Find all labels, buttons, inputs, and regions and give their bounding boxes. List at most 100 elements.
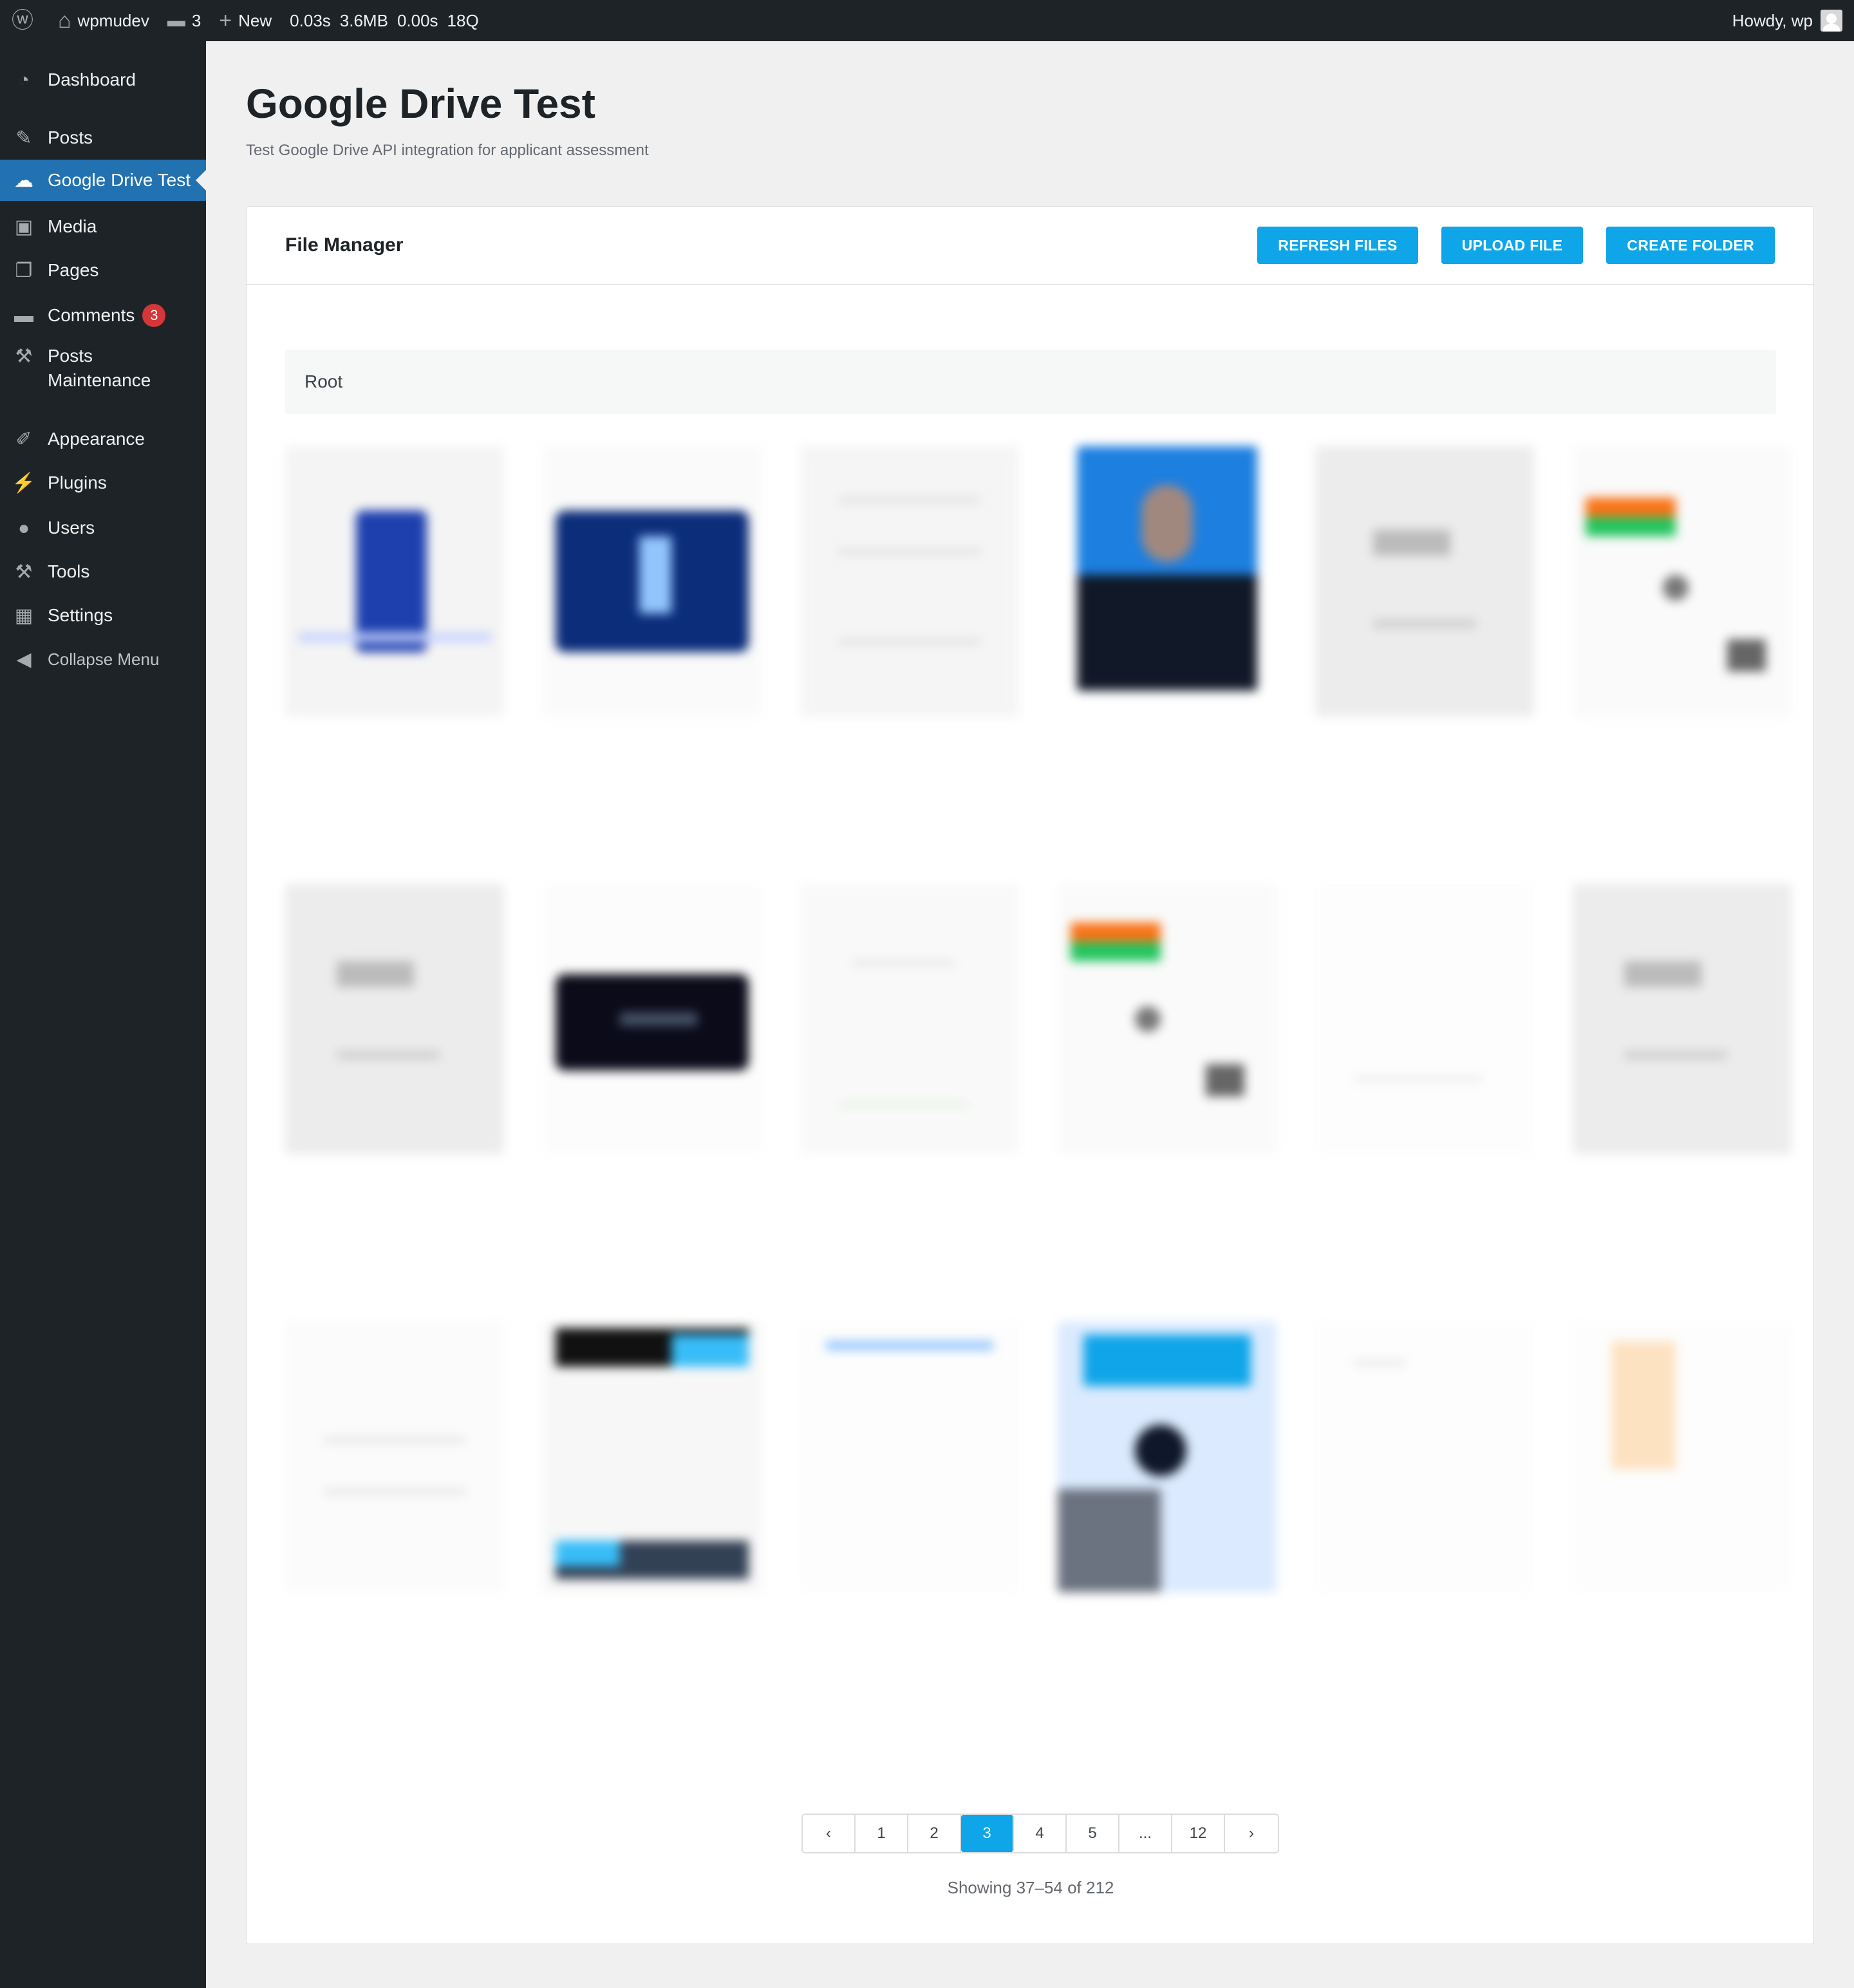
file-manager-card: File Manager REFRESH FILES UPLOAD FILE C… bbox=[246, 206, 1814, 1944]
stat-page-time: 0.03s bbox=[290, 10, 331, 30]
file-item[interactable] bbox=[543, 446, 762, 858]
sidebar-item-tools[interactable]: ⚒ Tools bbox=[0, 555, 206, 588]
file-thumbnail bbox=[543, 1322, 762, 1592]
pagination-page-5[interactable]: 5 bbox=[1067, 1815, 1119, 1852]
collapse-menu-label: Collapse Menu bbox=[48, 649, 160, 669]
file-item[interactable] bbox=[543, 884, 762, 1296]
sidebar-item-settings[interactable]: ▦ Settings bbox=[0, 599, 206, 632]
new-content-link[interactable]: + New bbox=[210, 0, 281, 41]
site-name-link[interactable]: ⌂ wpmudev bbox=[49, 0, 158, 41]
sidebar-item-plugins[interactable]: ⚡ Plugins bbox=[0, 466, 206, 500]
admin-sidebar: ◔ Dashboard ✎ Posts ☁ Google Drive Test … bbox=[0, 41, 206, 1988]
avatar bbox=[1821, 10, 1842, 32]
collapse-menu-button[interactable]: ◀ Collapse Menu bbox=[0, 642, 206, 676]
sidebar-item-users[interactable]: ● Users bbox=[0, 511, 206, 545]
file-item[interactable] bbox=[1058, 1322, 1277, 1734]
file-meta bbox=[285, 774, 504, 791]
file-name bbox=[1071, 1619, 1264, 1639]
sidebar-item-label: Comments bbox=[48, 305, 135, 325]
pagination-next-button[interactable]: › bbox=[1225, 1815, 1278, 1852]
file-item[interactable] bbox=[543, 1322, 762, 1734]
create-folder-button[interactable]: CREATE FOLDER bbox=[1606, 227, 1775, 264]
file-item[interactable] bbox=[800, 1322, 1019, 1734]
breadcrumb: Root bbox=[285, 350, 1776, 414]
file-manager-title: File Manager bbox=[285, 234, 404, 256]
plugin-icon: ⚡ bbox=[12, 472, 36, 494]
pagination-page-3-current[interactable]: 3 bbox=[961, 1815, 1014, 1852]
file-name bbox=[1586, 1181, 1779, 1201]
file-item[interactable] bbox=[1058, 884, 1277, 1296]
file-name bbox=[1586, 744, 1779, 764]
file-meta bbox=[1573, 1212, 1792, 1228]
file-item[interactable] bbox=[1573, 446, 1792, 858]
file-manager-actions: REFRESH FILES UPLOAD FILE CREATE FOLDER bbox=[1234, 227, 1775, 264]
tools-icon: ⚒ bbox=[15, 561, 33, 583]
sidebar-item-label: Posts bbox=[48, 127, 93, 147]
file-item[interactable] bbox=[1058, 446, 1277, 858]
file-item[interactable] bbox=[1315, 884, 1534, 1296]
file-meta bbox=[1315, 774, 1534, 791]
file-item[interactable] bbox=[285, 884, 504, 1296]
sidebar-item-posts[interactable]: ✎ Posts bbox=[0, 121, 206, 155]
file-meta bbox=[1315, 1649, 1534, 1666]
file-name bbox=[556, 1619, 749, 1639]
wordpress-logo-button[interactable]: ⓦ bbox=[0, 0, 49, 41]
stat-db-time: 0.00s bbox=[397, 10, 438, 30]
file-thumbnail bbox=[1573, 884, 1792, 1154]
file-item[interactable] bbox=[285, 446, 504, 858]
file-meta bbox=[1573, 774, 1792, 791]
pagination: ‹ 1 2 3 4 5 ... 12 › bbox=[801, 1814, 1279, 1853]
breadcrumb-root[interactable]: Root bbox=[304, 371, 342, 392]
file-item[interactable] bbox=[800, 446, 1019, 858]
site-name: wpmudev bbox=[77, 10, 149, 30]
sidebar-item-google-drive-test[interactable]: ☁ Google Drive Test bbox=[0, 160, 206, 201]
sidebar-item-dashboard[interactable]: ◔ Dashboard bbox=[0, 63, 206, 97]
file-thumbnail bbox=[1315, 1322, 1534, 1592]
file-name bbox=[1328, 744, 1521, 764]
home-icon: ⌂ bbox=[58, 8, 71, 33]
file-name bbox=[1586, 1619, 1779, 1639]
file-thumbnail bbox=[1315, 446, 1534, 717]
sidebar-item-media[interactable]: ▣ Media bbox=[0, 210, 206, 243]
pagination-prev-button[interactable]: ‹ bbox=[803, 1815, 856, 1852]
file-item[interactable] bbox=[1573, 1322, 1792, 1734]
pagination-page-1[interactable]: 1 bbox=[856, 1815, 908, 1852]
collapse-arrow-icon: ◀ bbox=[16, 648, 32, 670]
file-thumbnail bbox=[800, 446, 1019, 717]
upload-file-button[interactable]: UPLOAD FILE bbox=[1441, 227, 1584, 264]
sidebar-item-label: Users bbox=[48, 518, 95, 538]
wrench-icon: ⚒ bbox=[15, 346, 33, 367]
file-meta bbox=[1573, 1649, 1792, 1666]
pagination-page-12[interactable]: 12 bbox=[1172, 1815, 1225, 1852]
user-icon: ● bbox=[17, 517, 30, 539]
sidebar-item-appearance[interactable]: ✐ Appearance bbox=[0, 422, 206, 456]
comments-count-badge: 3 bbox=[142, 304, 166, 327]
file-meta bbox=[285, 1649, 504, 1666]
sidebar-item-pages[interactable]: ❐ Pages bbox=[0, 254, 206, 287]
pagination-page-2[interactable]: 2 bbox=[908, 1815, 961, 1852]
file-manager-header: File Manager REFRESH FILES UPLOAD FILE C… bbox=[247, 207, 1813, 285]
comment-icon: ▬ bbox=[14, 305, 33, 326]
sidebar-item-label: Plugins bbox=[48, 473, 107, 492]
file-item[interactable] bbox=[1573, 884, 1792, 1296]
pushpin-icon: ✎ bbox=[15, 127, 32, 149]
file-item[interactable] bbox=[800, 884, 1019, 1296]
my-account-link[interactable]: Howdy, wp bbox=[1732, 10, 1854, 32]
file-item[interactable] bbox=[285, 1322, 504, 1734]
file-item[interactable] bbox=[1315, 1322, 1534, 1734]
comments-link[interactable]: ▬ 3 bbox=[158, 0, 210, 41]
file-meta bbox=[1058, 748, 1277, 765]
file-name bbox=[1328, 1619, 1521, 1639]
sidebar-item-comments[interactable]: ▬ Comments 3 bbox=[0, 299, 206, 332]
file-meta bbox=[543, 1212, 762, 1228]
pagination-page-4[interactable]: 4 bbox=[1014, 1815, 1067, 1852]
file-meta bbox=[800, 1649, 1019, 1666]
file-item[interactable] bbox=[1315, 446, 1534, 858]
dashboard-icon: ◔ bbox=[17, 69, 30, 91]
file-meta bbox=[1058, 1649, 1277, 1666]
refresh-files-button[interactable]: REFRESH FILES bbox=[1257, 227, 1418, 264]
sidebar-item-posts-maintenance[interactable]: ⚒ Posts Maintenance bbox=[0, 344, 206, 395]
query-monitor-stats[interactable]: 0.03s 3.6MB 0.00s 18Q bbox=[281, 0, 497, 41]
file-meta bbox=[543, 1649, 762, 1666]
media-icon: ▣ bbox=[14, 216, 33, 238]
